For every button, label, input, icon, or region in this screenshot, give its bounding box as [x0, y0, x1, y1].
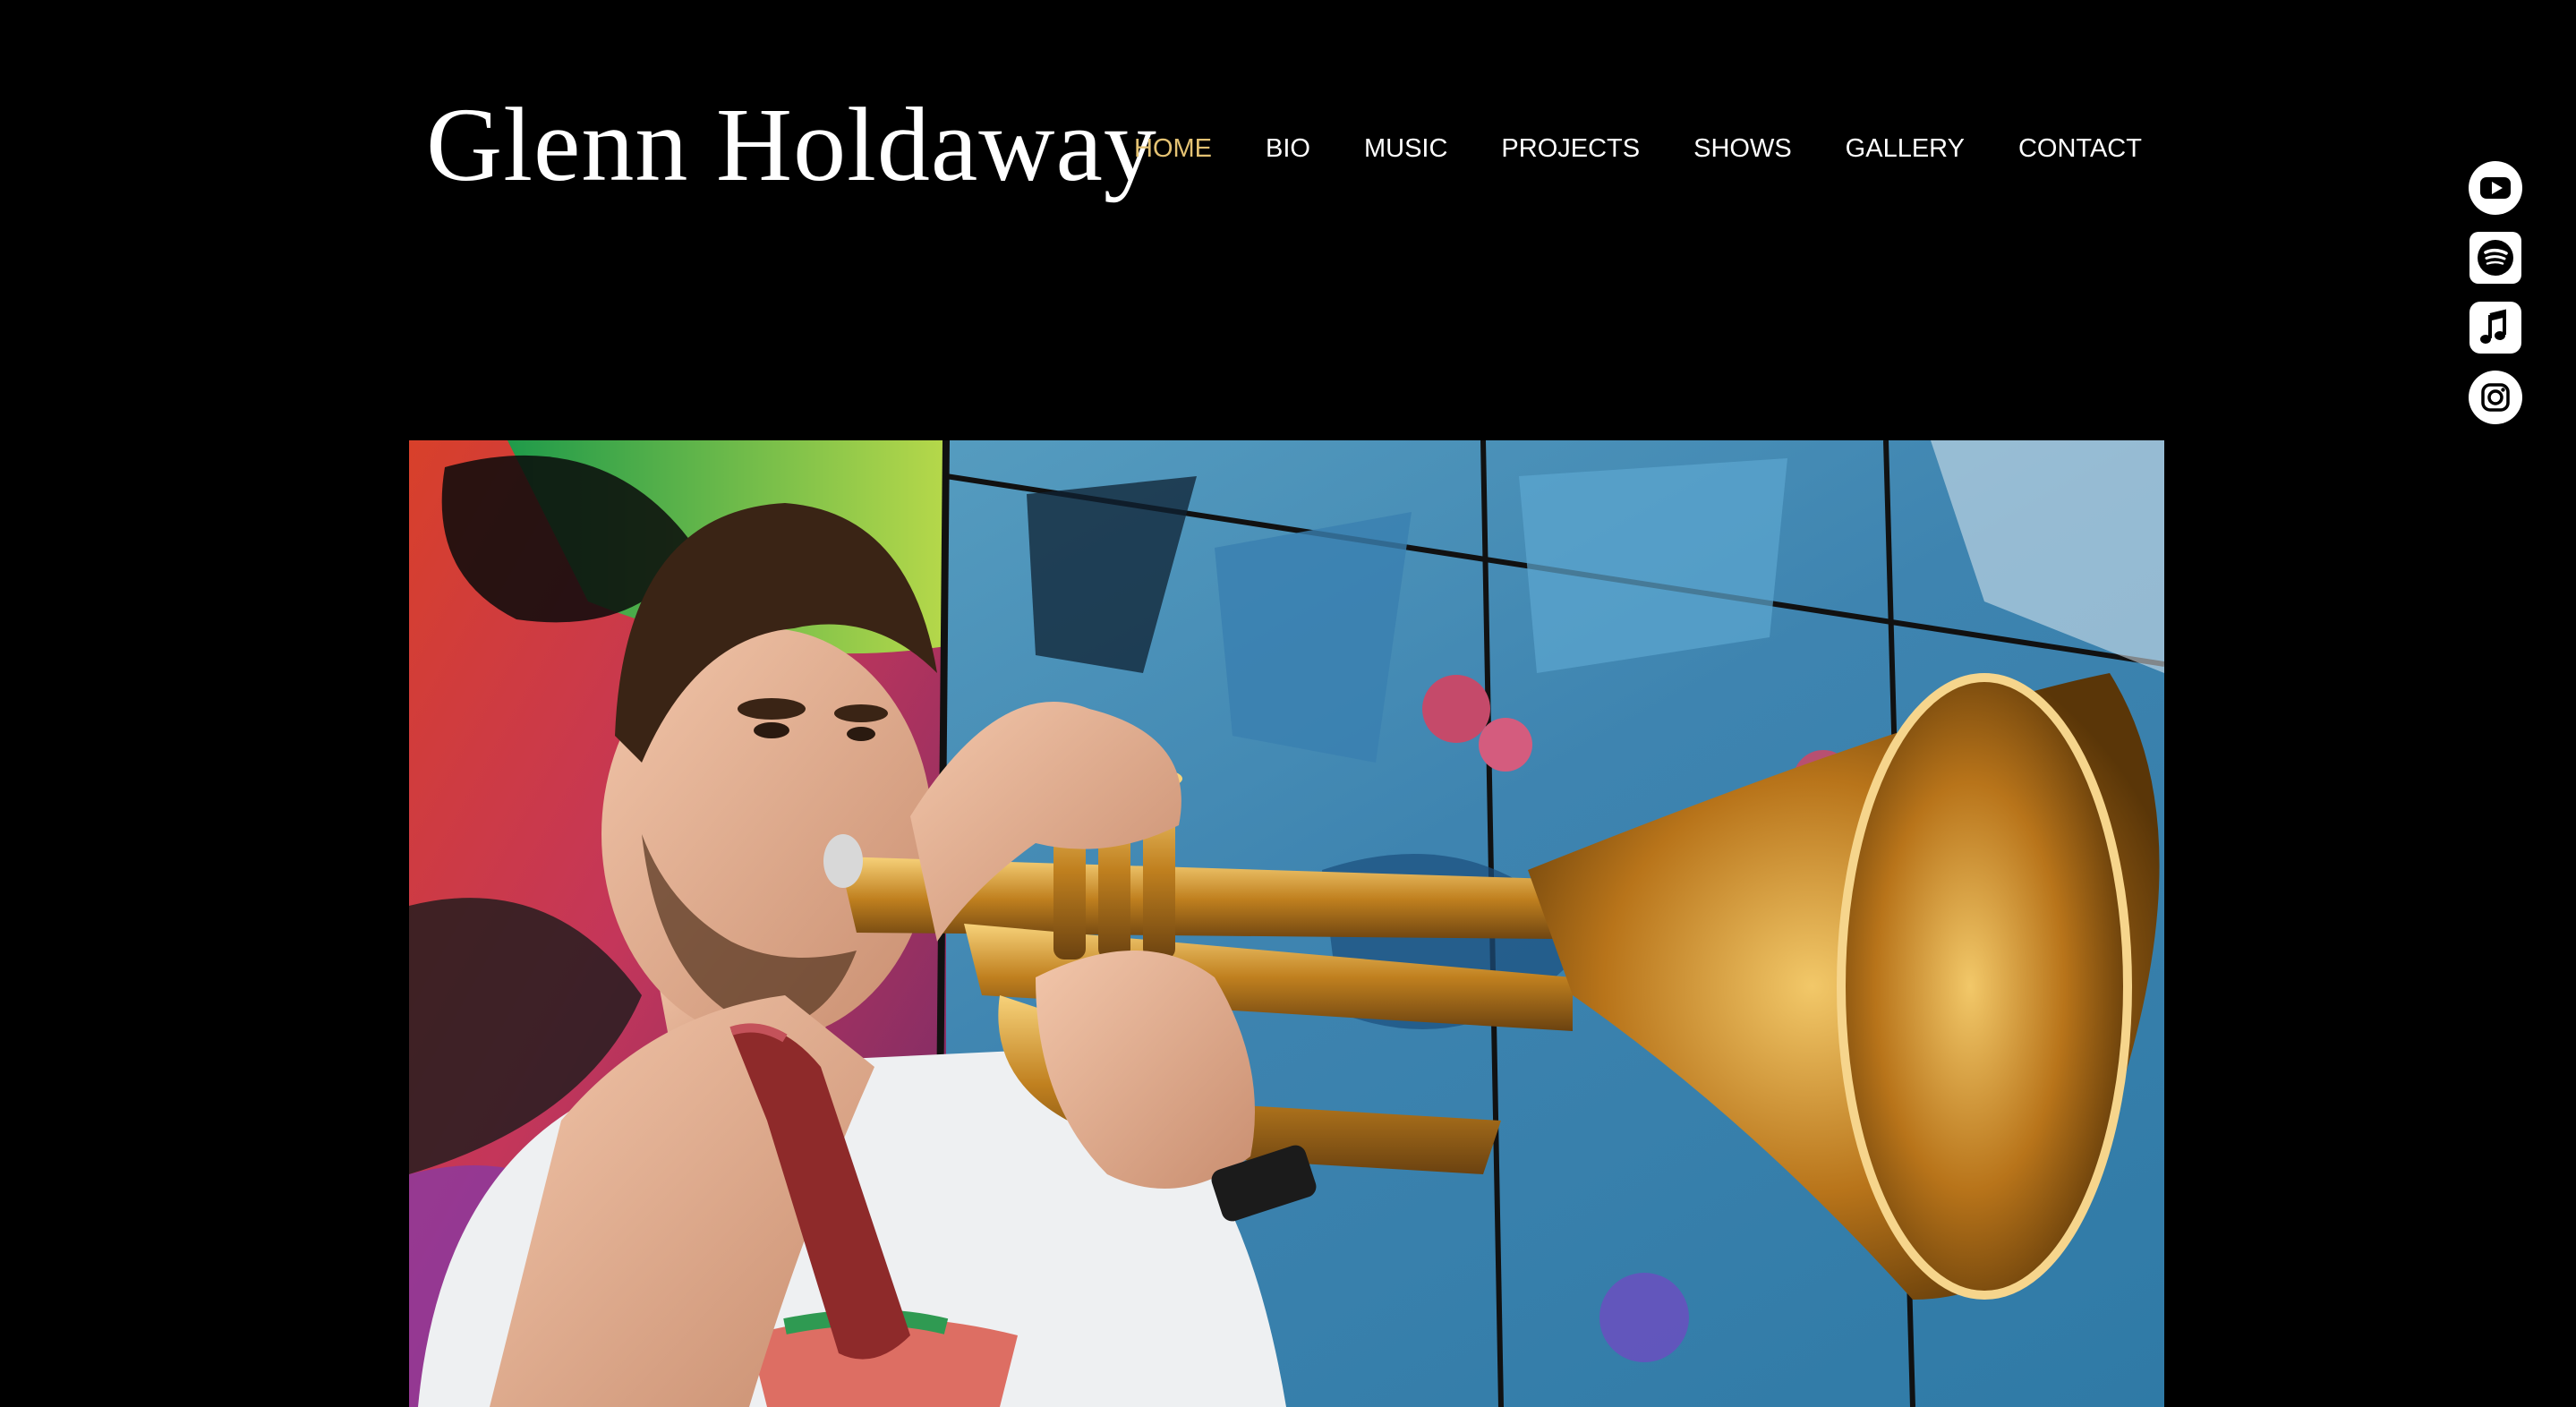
nav-music[interactable]: MUSIC: [1364, 134, 1447, 164]
site-title[interactable]: Glenn Holdaway: [426, 82, 1157, 208]
trumpet-player-photo: [409, 440, 2164, 1407]
spotify-link[interactable]: [2469, 231, 2522, 285]
main-nav: HOME BIO MUSIC PROJECTS SHOWS GALLERY CO…: [1134, 131, 2142, 166]
nav-gallery[interactable]: GALLERY: [1846, 134, 1965, 164]
youtube-icon: [2469, 161, 2522, 215]
nav-projects[interactable]: PROJECTS: [1501, 134, 1640, 164]
nav-bio[interactable]: BIO: [1266, 134, 1310, 164]
apple-music-link[interactable]: [2469, 301, 2522, 354]
apple-music-icon: [2469, 302, 2521, 354]
nav-home[interactable]: HOME: [1134, 134, 1212, 164]
hero-image: [409, 440, 2164, 1407]
social-bar: [2469, 161, 2522, 424]
spotify-icon: [2469, 232, 2521, 284]
instagram-link[interactable]: [2469, 371, 2522, 424]
nav-shows[interactable]: SHOWS: [1693, 134, 1792, 164]
youtube-link[interactable]: [2469, 161, 2522, 215]
instagram-icon: [2469, 371, 2522, 424]
nav-contact[interactable]: CONTACT: [2018, 134, 2142, 164]
